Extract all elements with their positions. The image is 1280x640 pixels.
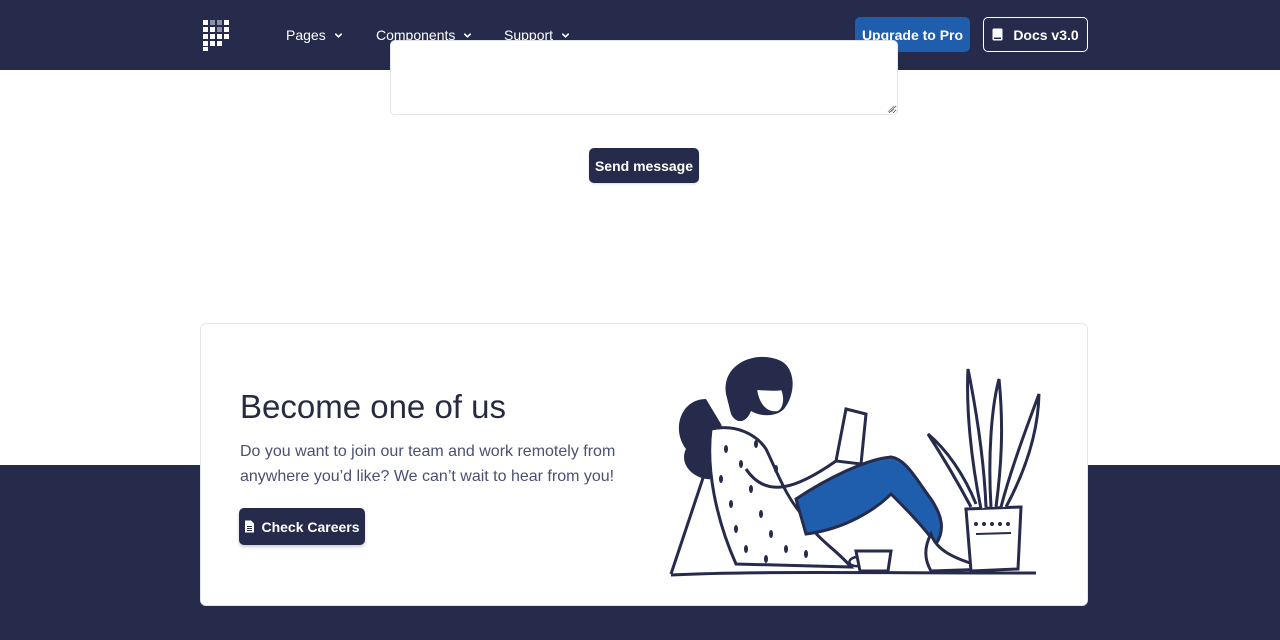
chevron-down-icon [562, 32, 570, 38]
docs-label: Docs v3.0 [1013, 26, 1079, 43]
docs-button[interactable]: Docs v3.0 [983, 17, 1088, 52]
careers-card: Become one of us Do you want to join our… [200, 323, 1088, 606]
document-icon [245, 520, 255, 533]
chevron-down-icon [464, 32, 472, 38]
careers-text: Do you want to join our team and work re… [240, 443, 616, 485]
message-textarea[interactable] [390, 40, 898, 115]
chevron-down-icon [334, 32, 342, 38]
resize-grip-icon[interactable] [885, 103, 895, 113]
brand-logo-icon[interactable] [201, 18, 231, 52]
woman-reading-illustration [669, 356, 1041, 577]
careers-title: Become one of us [240, 388, 506, 425]
book-icon [992, 28, 1003, 41]
nav-item-pages[interactable]: Pages [286, 24, 343, 46]
check-careers-button[interactable]: Check Careers [239, 508, 365, 545]
check-careers-label: Check Careers [261, 518, 360, 535]
send-message-button[interactable]: Send message [589, 148, 699, 183]
nav-item-label: Pages [286, 27, 326, 43]
send-message-label: Send message [594, 157, 694, 174]
